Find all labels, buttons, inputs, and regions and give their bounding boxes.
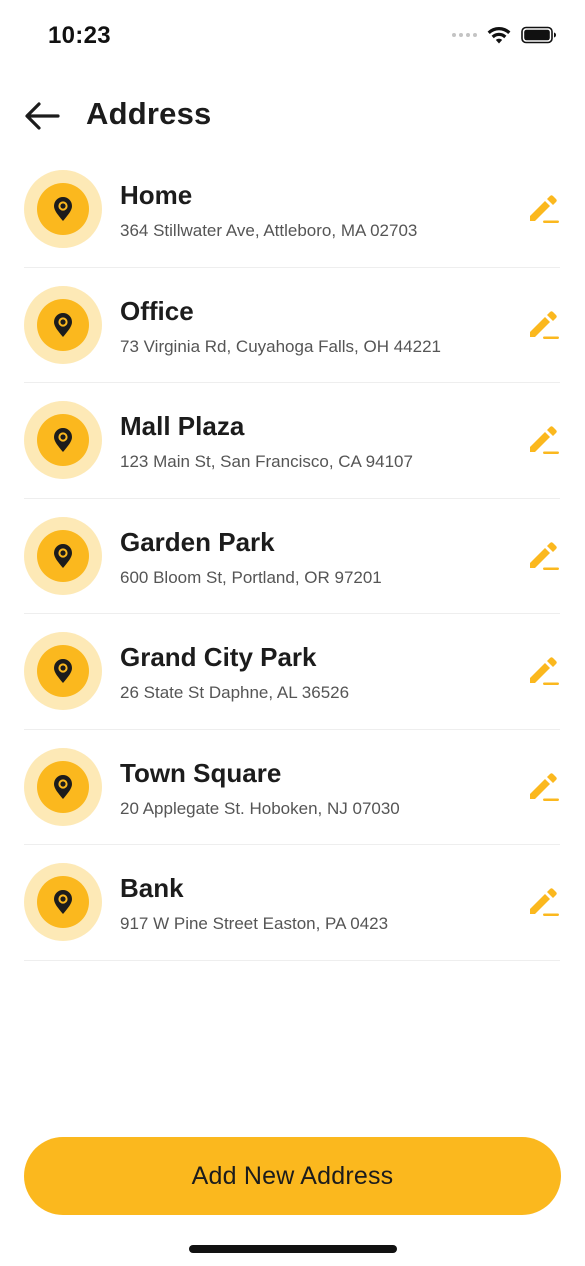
address-list: Home 364 Stillwater Ave, Attleboro, MA 0… [24, 152, 560, 961]
address-line: 20 Applegate St. Hoboken, NJ 07030 [120, 798, 400, 818]
header: Address [0, 88, 585, 144]
address-name: Office [120, 295, 194, 326]
address-icon-ring [24, 401, 102, 479]
back-arrow-icon [25, 102, 60, 130]
location-pin-icon [54, 659, 72, 683]
edit-address-button[interactable] [528, 654, 560, 686]
status-bar: 10:23 [0, 0, 585, 75]
battery-icon [521, 26, 556, 44]
address-name: Home [120, 180, 193, 210]
location-pin-icon [54, 312, 72, 337]
address-name: Town Square [120, 757, 282, 788]
address-icon-ring [24, 170, 102, 248]
edit-address-button[interactable] [528, 885, 560, 917]
address-icon-ring [24, 285, 102, 364]
location-pin-icon [54, 890, 72, 914]
address-line: 917 W Pine Street Easton, PA 0423 [120, 914, 389, 933]
signal-dots-icon [452, 33, 477, 37]
edit-pencil-icon [530, 426, 559, 454]
address-line: 123 Main St, San Francisco, CA 94107 [120, 452, 413, 471]
edit-address-button[interactable] [528, 770, 560, 802]
location-pin-icon [54, 197, 72, 221]
address-name: Bank [120, 873, 184, 903]
page-title: Address [86, 96, 212, 131]
edit-address-button[interactable] [528, 308, 560, 340]
location-pin-icon [54, 774, 72, 799]
address-item-garden-park[interactable]: Garden Park 600 Bloom St, Portland, OR 9… [24, 499, 560, 614]
status-icons [452, 26, 557, 44]
address-name: Mall Plaza [120, 411, 245, 441]
address-item-home[interactable]: Home 364 Stillwater Ave, Attleboro, MA 0… [24, 152, 560, 268]
add-new-address-label: Add New Address [191, 1161, 394, 1190]
edit-pencil-icon [530, 657, 559, 685]
address-icon-ring [24, 516, 102, 595]
home-indicator [189, 1245, 397, 1253]
edit-pencil-icon [530, 772, 559, 801]
add-new-address-button[interactable]: Add New Address [24, 1137, 561, 1215]
location-pin-icon [54, 428, 72, 452]
location-pin-icon [54, 543, 72, 568]
edit-pencil-icon [530, 888, 559, 916]
address-icon-ring [24, 632, 102, 710]
back-button[interactable] [22, 96, 62, 136]
address-icon-ring [24, 863, 102, 941]
address-item-bank[interactable]: Bank 917 W Pine Street Easton, PA 0423 [24, 845, 560, 961]
address-line: 26 State St Daphne, AL 36526 [120, 683, 350, 702]
address-item-office[interactable]: Office 73 Virginia Rd, Cuyahoga Falls, O… [24, 268, 560, 383]
address-item-town-square[interactable]: Town Square 20 Applegate St. Hoboken, NJ… [24, 730, 560, 845]
edit-pencil-icon [530, 310, 559, 339]
edit-address-button[interactable] [528, 423, 560, 455]
address-icon-ring [24, 747, 102, 826]
edit-pencil-icon [530, 541, 559, 570]
address-item-grand-city-park[interactable]: Grand City Park 26 State St Daphne, AL 3… [24, 614, 560, 730]
edit-address-button[interactable] [528, 192, 560, 224]
address-line: 73 Virginia Rd, Cuyahoga Falls, OH 44221 [120, 336, 441, 356]
wifi-icon [487, 26, 511, 44]
address-item-mall-plaza[interactable]: Mall Plaza 123 Main St, San Francisco, C… [24, 383, 560, 499]
address-line: 364 Stillwater Ave, Attleboro, MA 02703 [120, 221, 418, 240]
address-name: Garden Park [120, 526, 275, 557]
edit-address-button[interactable] [528, 539, 560, 571]
address-name: Grand City Park [120, 642, 317, 672]
status-time: 10:23 [48, 22, 111, 49]
edit-pencil-icon [530, 195, 559, 223]
address-line: 600 Bloom St, Portland, OR 97201 [120, 567, 382, 587]
